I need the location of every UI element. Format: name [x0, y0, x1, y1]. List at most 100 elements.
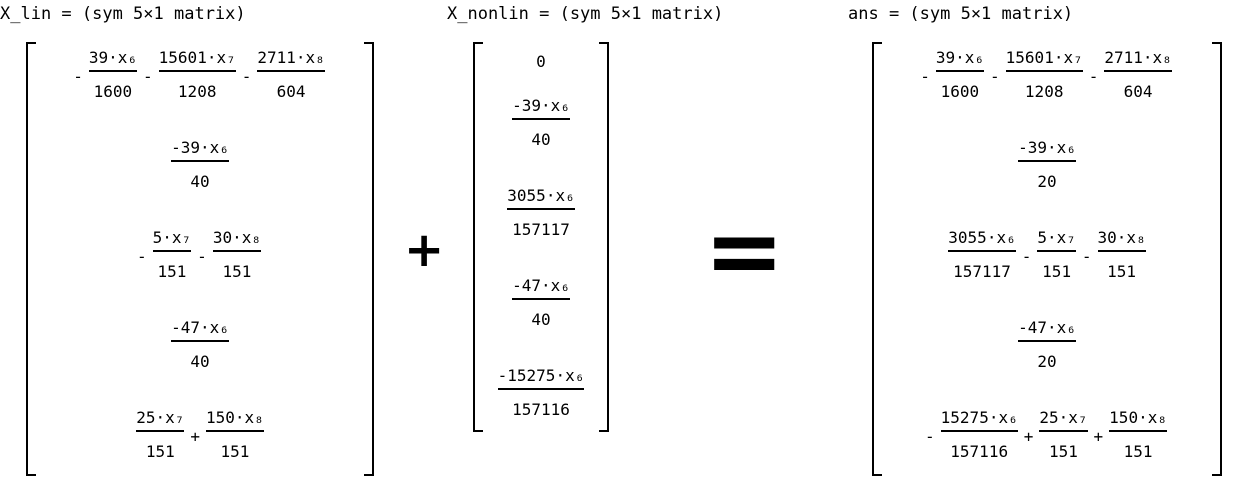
numerator: 39·x₆ — [88, 48, 138, 67]
operator: - — [920, 67, 930, 86]
equals-operator: = — [704, 195, 785, 307]
denominator: 151 — [1107, 262, 1137, 281]
matrix-row-3: - 5·x₇ 151 - 30·x₈ 151 — [26, 228, 374, 281]
denominator: 157116 — [512, 400, 570, 419]
numerator: 25·x₇ — [1039, 408, 1088, 427]
fraction: 15601·x₇ 1208 — [1005, 48, 1083, 101]
fraction: 25·x₇ 151 — [1039, 408, 1088, 461]
denominator: 151 — [157, 262, 187, 281]
denominator: 1208 — [1024, 82, 1064, 101]
operator: - — [990, 67, 1000, 86]
denominator: 604 — [1123, 82, 1153, 101]
numerator: 15601·x₇ — [1005, 48, 1083, 67]
matrix-row-4: -47·x₆ 40 — [473, 276, 609, 329]
fraction: -47·x₆ 40 — [171, 318, 229, 371]
denominator: 151 — [1042, 262, 1072, 281]
denominator: 151 — [1048, 442, 1078, 461]
denominator: 151 — [145, 442, 175, 461]
numerator: -39·x₆ — [512, 96, 570, 115]
numerator: 15275·x₆ — [940, 408, 1018, 427]
numerator: 39·x₆ — [935, 48, 985, 67]
fraction: 15601·x₇ 1208 — [158, 48, 236, 101]
denominator: 40 — [531, 310, 551, 329]
matrix-row-4: -47·x₆ 40 — [26, 318, 374, 371]
fraction: -15275·x₆ 157116 — [497, 366, 585, 419]
x-nonlin-matrix: 0 -39·x₆ 40 3055·x₆ 157117 -47·x₆ 40 -15275… — [473, 42, 609, 432]
fraction: -47·x₆ 20 — [1018, 318, 1076, 371]
operator: - — [1021, 247, 1032, 266]
fraction: 30·x₈ 151 — [1097, 228, 1146, 281]
matrix-row-4: -47·x₆ 20 — [872, 318, 1222, 371]
numerator: 2711·x₈ — [257, 48, 325, 67]
numerator: -47·x₆ — [512, 276, 570, 295]
numerator: 5·x₇ — [152, 228, 192, 247]
matrix-row-3: 3055·x₆ 157117 - 5·x₇ 151 - 30·x₈ 151 — [872, 228, 1222, 281]
fraction: 2711·x₈ 604 — [257, 48, 325, 101]
fraction: 15275·x₆ 157116 — [940, 408, 1018, 461]
matrix-entry: 0 — [536, 52, 546, 71]
numerator: 30·x₈ — [212, 228, 261, 247]
x-lin-matrix: - 39·x₆ 1600 - 15601·x₇ 1208 - 2711·x₈ 604 … — [26, 42, 374, 476]
denominator: 1208 — [177, 82, 217, 101]
operator: - — [197, 247, 207, 266]
matrix-row-5: -15275·x₆ 157116 — [473, 366, 609, 419]
plus-operator: + — [404, 222, 445, 278]
fraction: -39·x₆ 40 — [512, 96, 570, 149]
numerator: -39·x₆ — [1018, 138, 1076, 157]
numerator: 15601·x₇ — [158, 48, 236, 67]
denominator: 157116 — [950, 442, 1009, 461]
numerator: 2711·x₈ — [1104, 48, 1172, 67]
operator: + — [1023, 427, 1034, 446]
matrix-row-5: - 15275·x₆ 157116 + 25·x₇ 151 + 150·x₈ 151 — [872, 408, 1222, 461]
matrix-row-5: 25·x₇ 151 + 150·x₈ 151 — [26, 408, 374, 461]
denominator: 604 — [276, 82, 306, 101]
matrix-row-2: -39·x₆ 40 — [26, 138, 374, 191]
numerator: 30·x₈ — [1097, 228, 1146, 247]
fraction: -39·x₆ 20 — [1018, 138, 1076, 191]
operator: - — [143, 67, 153, 86]
fraction: 3055·x₆ 157117 — [948, 228, 1016, 281]
numerator: 150·x₈ — [206, 408, 264, 427]
operator: - — [73, 67, 83, 86]
fraction: 39·x₆ 1600 — [935, 48, 985, 101]
denominator: 151 — [220, 442, 250, 461]
matrix-row-2: -39·x₆ 20 — [872, 138, 1222, 191]
numerator: 5·x₇ — [1037, 228, 1076, 247]
ans-title: ans = (sym 5×1 matrix) — [848, 4, 1074, 24]
operator: - — [137, 247, 147, 266]
fraction: 150·x₈ 151 — [1109, 408, 1167, 461]
matrix-row-1: 0 — [473, 52, 609, 74]
matrix-row-1: - 39·x₆ 1600 - 15601·x₇ 1208 - 2711·x₈ 604 — [26, 48, 374, 101]
numerator: -47·x₆ — [1018, 318, 1076, 337]
fraction: -47·x₆ 40 — [512, 276, 570, 329]
fraction: -39·x₆ 40 — [171, 138, 229, 191]
fraction: 5·x₇ 151 — [1037, 228, 1076, 281]
operator: + — [190, 427, 200, 446]
operator: - — [1081, 247, 1092, 266]
numerator: -47·x₆ — [171, 318, 229, 337]
denominator: 40 — [190, 172, 210, 191]
denominator: 157117 — [953, 262, 1011, 281]
numerator: -39·x₆ — [171, 138, 229, 157]
denominator: 40 — [190, 352, 210, 371]
denominator: 151 — [1123, 442, 1153, 461]
ans-matrix: - 39·x₆ 1600 - 15601·x₇ 1208 - 2711·x₈ 604 … — [872, 42, 1222, 476]
x-lin-title: X_lin = (sym 5×1 matrix) — [0, 4, 246, 24]
fraction: 3055·x₆ 157117 — [507, 186, 575, 239]
numerator: 25·x₇ — [136, 408, 185, 427]
fraction: 30·x₈ 151 — [212, 228, 261, 281]
numerator: 150·x₈ — [1109, 408, 1167, 427]
denominator: 151 — [222, 262, 252, 281]
operator: - — [925, 427, 935, 446]
matrix-row-1: - 39·x₆ 1600 - 15601·x₇ 1208 - 2711·x₈ 604 — [872, 48, 1222, 101]
fraction: 25·x₇ 151 — [136, 408, 185, 461]
fraction: 39·x₆ 1600 — [88, 48, 138, 101]
denominator: 20 — [1037, 172, 1057, 191]
operator: - — [1088, 67, 1099, 86]
numerator: 3055·x₆ — [948, 228, 1016, 247]
denominator: 157117 — [512, 220, 570, 239]
operator: + — [1093, 427, 1104, 446]
numerator: 3055·x₆ — [507, 186, 575, 205]
denominator: 40 — [531, 130, 551, 149]
denominator: 1600 — [93, 82, 133, 101]
